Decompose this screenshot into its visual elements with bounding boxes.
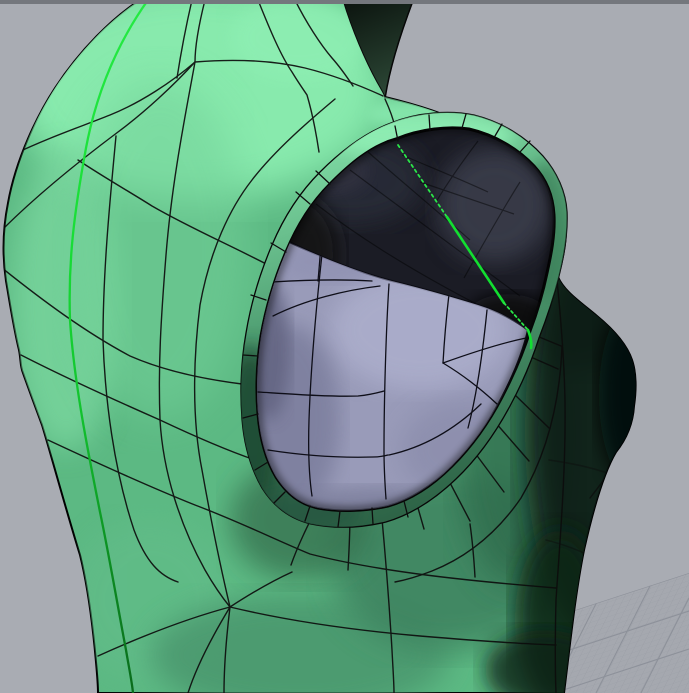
viewport-render [0,0,689,693]
viewport-canvas[interactable] [0,0,689,693]
window-top-bar [0,0,689,4]
